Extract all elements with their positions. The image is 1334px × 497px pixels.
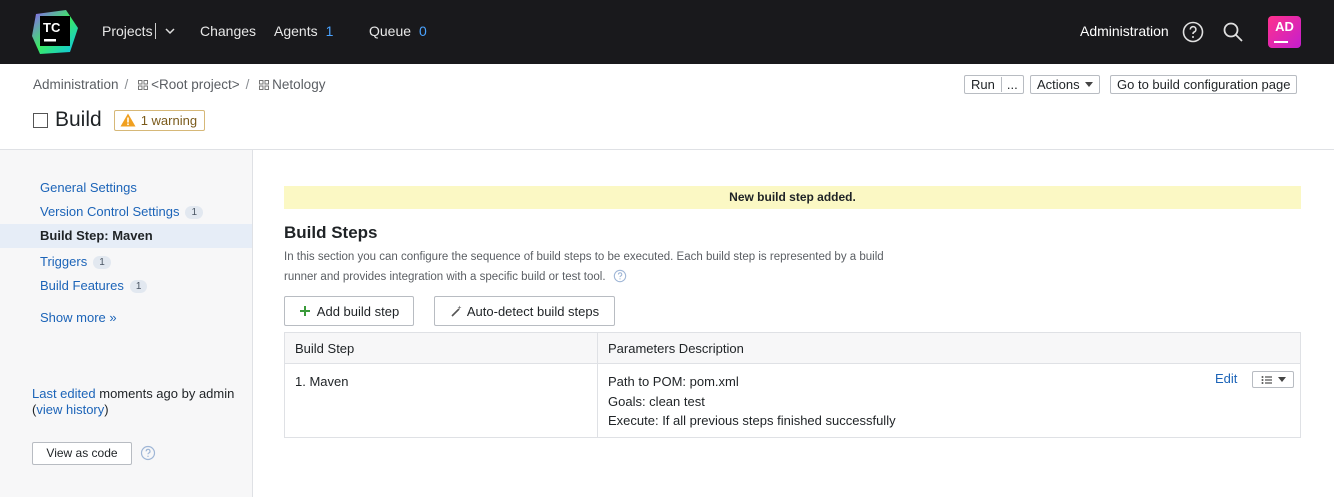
build-step-name: 1. Maven xyxy=(284,363,598,437)
queue-count: 0 xyxy=(419,23,427,39)
breadcrumb: Administration / <Root project> / Netology xyxy=(33,77,325,92)
breadcrumb-separator: / xyxy=(245,77,250,92)
last-edited-info: Last edited moments ago by admin (view h… xyxy=(32,386,234,418)
chevron-down-icon xyxy=(1277,377,1286,382)
paren-close: ) xyxy=(104,402,109,417)
avatar[interactable]: AD xyxy=(1268,16,1301,48)
table-row[interactable]: 1. Maven Path to POM: pom.xml Goals: cle… xyxy=(284,363,1301,438)
section-description: In this section you can configure the se… xyxy=(284,247,904,287)
nav-queue-label: Queue xyxy=(369,23,412,39)
warning-text: 1 warning xyxy=(140,112,198,128)
top-navigation-bar: TC Projects Changes Agents 1 Queue 0 Admin… xyxy=(0,0,1334,64)
help-icon[interactable] xyxy=(1181,20,1205,44)
warning-icon xyxy=(120,113,136,127)
column-header-parameters: Parameters Description xyxy=(597,332,1301,364)
sidebar-item-label: Triggers xyxy=(40,254,88,269)
build-step-parameters: Path to POM: pom.xml Goals: clean test E… xyxy=(598,364,1301,438)
column-header-build-step: Build Step xyxy=(284,332,598,364)
nav-queue[interactable]: Queue 0 xyxy=(369,23,427,39)
success-notice: New build step added. xyxy=(284,186,1301,209)
sidebar: General Settings Version Control Setting… xyxy=(0,150,253,497)
chevron-down-icon xyxy=(1084,82,1093,87)
breadcrumb-separator: / xyxy=(124,77,129,92)
help-icon[interactable] xyxy=(140,445,156,461)
breadcrumb-netology[interactable]: Netology xyxy=(272,77,325,92)
nav-agents[interactable]: Agents 1 xyxy=(274,23,333,39)
auto-detect-label: Auto-detect build steps xyxy=(466,303,600,319)
magic-wand-icon xyxy=(451,305,462,317)
add-build-step-button[interactable]: Add build step xyxy=(284,296,414,326)
go-to-build-config-label: Go to build configuration page xyxy=(1117,77,1291,92)
section-title: Build Steps xyxy=(284,223,378,242)
page-title-text: Build xyxy=(55,108,102,131)
count-badge: 1 xyxy=(185,206,204,219)
sidebar-item-version-control-settings[interactable]: Version Control Settings 1 xyxy=(40,204,204,219)
parameter-line: Goals: clean test xyxy=(608,393,705,409)
nav-projects[interactable]: Projects xyxy=(102,23,175,39)
auto-detect-build-steps-button[interactable]: Auto-detect build steps xyxy=(434,296,615,326)
section-description-text: In this section you can configure the se… xyxy=(284,251,884,283)
nav-changes[interactable]: Changes xyxy=(200,23,256,39)
sidebar-item-triggers[interactable]: Triggers 1 xyxy=(40,254,111,269)
sidebar-item-label: Version Control Settings xyxy=(40,204,180,219)
teamcity-logo[interactable]: TC xyxy=(30,8,80,56)
nav-changes-label: Changes xyxy=(200,23,257,39)
add-build-step-label: Add build step xyxy=(316,303,400,319)
parameter-line: Execute: If all previous steps finished … xyxy=(608,413,896,428)
run-button[interactable]: Run xyxy=(965,77,1001,92)
table-header-row: Build Step Parameters Description xyxy=(284,332,1301,364)
run-button-group: Run... xyxy=(964,75,1024,94)
plus-icon xyxy=(299,306,310,316)
last-edited-link[interactable]: Last edited xyxy=(32,386,96,401)
sidebar-item-build-step-maven[interactable]: Build Step: Maven xyxy=(0,224,252,248)
project-icon xyxy=(259,80,270,90)
nav-agents-label: Agents xyxy=(274,23,318,39)
list-icon xyxy=(1261,375,1272,384)
page-title: Build 1 warning xyxy=(33,108,206,132)
actions-label: Actions xyxy=(1037,77,1080,92)
run-more-button[interactable]: ... xyxy=(1000,77,1023,92)
actions-button[interactable]: Actions xyxy=(1030,75,1100,94)
last-edited-text: moments ago by admin xyxy=(99,386,235,401)
breadcrumb-root-project[interactable]: <Root project> xyxy=(151,77,240,92)
warning-badge[interactable]: 1 warning xyxy=(113,109,206,131)
logo-text: TC xyxy=(43,20,61,35)
step-actions-menu[interactable] xyxy=(1252,371,1294,388)
sidebar-item-label: Build Features xyxy=(40,278,124,293)
parameter-line: Path to POM: pom.xml xyxy=(608,374,739,389)
count-badge: 1 xyxy=(129,280,148,293)
view-as-code-button[interactable]: View as code xyxy=(32,442,132,465)
view-history-link[interactable]: view history xyxy=(36,402,104,417)
go-to-build-config-button[interactable]: Go to build configuration page xyxy=(1110,75,1298,94)
show-more-link[interactable]: Show more » xyxy=(40,310,117,325)
nav-projects-label: Projects xyxy=(102,23,153,39)
sidebar-item-label: Build Step: Maven xyxy=(40,228,153,243)
search-icon[interactable] xyxy=(1221,20,1245,44)
build-steps-table: Build Step Parameters Description 1. Mav… xyxy=(284,332,1301,438)
help-icon[interactable] xyxy=(613,269,627,283)
agents-count: 1 xyxy=(325,23,334,39)
nav-divider xyxy=(154,23,156,39)
administration-link[interactable]: Administration xyxy=(1080,23,1169,39)
sidebar-item-build-features[interactable]: Build Features 1 xyxy=(40,278,148,293)
chevron-down-icon[interactable] xyxy=(165,27,175,35)
breadcrumb-administration[interactable]: Administration xyxy=(33,77,119,92)
avatar-initials: AD xyxy=(1275,19,1294,34)
build-config-icon xyxy=(33,112,48,128)
sidebar-item-general-settings[interactable]: General Settings xyxy=(40,180,137,195)
count-badge: 1 xyxy=(93,256,111,269)
project-icon xyxy=(138,80,149,90)
sidebar-item-label: General Settings xyxy=(40,180,137,195)
avatar-underline xyxy=(1274,41,1288,43)
edit-step-link[interactable]: Edit xyxy=(1215,371,1237,386)
